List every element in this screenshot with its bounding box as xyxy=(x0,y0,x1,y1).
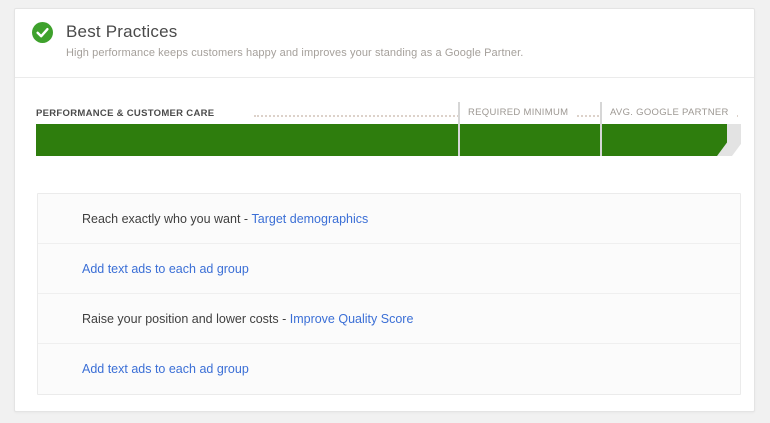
page-subtitle: High performance keeps customers happy a… xyxy=(66,47,523,59)
recommendation-row: Add text ads to each ad group xyxy=(38,344,740,394)
recommendation-row: Raise your position and lower costs - Im… xyxy=(38,294,740,344)
avg-google-partner-marker xyxy=(600,102,602,156)
category-label: PERFORMANCE & CUSTOMER CARE xyxy=(36,108,220,119)
recommendation-text: Reach exactly who you want - xyxy=(82,212,252,226)
required-minimum-label: REQUIRED MINIMUM xyxy=(460,107,576,118)
best-practices-card: Best Practices High performance keeps cu… xyxy=(14,8,755,412)
score-bar-track xyxy=(36,124,741,156)
card-header: Best Practices High performance keeps cu… xyxy=(15,9,754,77)
recommendations-list: Reach exactly who you want - Target demo… xyxy=(37,193,741,395)
required-minimum-marker xyxy=(458,102,460,156)
recommendation-row: Add text ads to each ad group xyxy=(38,244,740,294)
recommendation-row: Reach exactly who you want - Target demo… xyxy=(38,194,740,244)
improve-quality-score-link[interactable]: Improve Quality Score xyxy=(290,312,414,326)
check-circle-icon xyxy=(32,22,53,43)
add-text-ads-link[interactable]: Add text ads to each ad group xyxy=(82,262,249,276)
header-text: Best Practices High performance keeps cu… xyxy=(66,20,523,59)
add-text-ads-link-2[interactable]: Add text ads to each ad group xyxy=(82,362,249,376)
performance-chart-area: PERFORMANCE & CUSTOMER CARE REQUIRED MIN… xyxy=(36,78,740,156)
performance-score-bar xyxy=(36,124,727,156)
target-demographics-link[interactable]: Target demographics xyxy=(252,212,369,226)
avg-google-partner-label: AVG. GOOGLE PARTNER xyxy=(602,107,737,118)
page-title: Best Practices xyxy=(66,20,523,43)
recommendation-text: Raise your position and lower costs - xyxy=(82,312,290,326)
